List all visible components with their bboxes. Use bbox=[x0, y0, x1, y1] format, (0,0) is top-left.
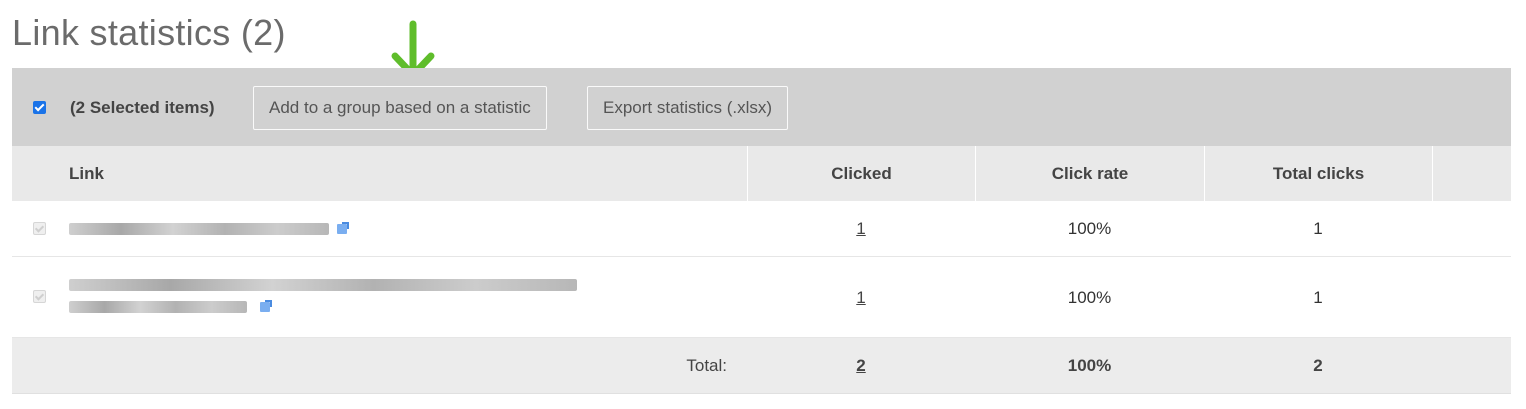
select-all-checkbox[interactable] bbox=[33, 101, 46, 114]
link-cell[interactable] bbox=[69, 201, 747, 256]
column-header-total-clicks[interactable]: Total clicks bbox=[1204, 146, 1432, 201]
total-clicks-sum: 2 bbox=[1313, 356, 1323, 375]
column-header-link[interactable]: Link bbox=[69, 146, 747, 201]
table-row: 1 100% 1 bbox=[12, 257, 1511, 338]
selected-count-label: (2 Selected items) bbox=[70, 98, 215, 117]
column-header-actions bbox=[1432, 146, 1511, 201]
row-checkbox[interactable] bbox=[33, 290, 46, 303]
table-total-row: Total: 2 100% 2 bbox=[12, 338, 1511, 394]
page-title: Link statistics (2) bbox=[12, 12, 286, 53]
click-rate-value: 100% bbox=[1067, 219, 1112, 238]
link-statistics-table: Link Clicked Click rate Total clicks 1 1… bbox=[12, 146, 1511, 394]
redacted-link-text bbox=[69, 279, 577, 291]
clicked-count-link[interactable]: 1 bbox=[856, 219, 865, 238]
external-link-icon[interactable] bbox=[337, 222, 349, 234]
column-header-clicked[interactable]: Clicked bbox=[747, 146, 975, 201]
total-clicked-link[interactable]: 2 bbox=[856, 356, 865, 375]
clicked-count-link[interactable]: 1 bbox=[856, 288, 865, 307]
add-to-group-button[interactable]: Add to a group based on a statistic bbox=[253, 86, 547, 130]
total-click-rate: 100% bbox=[1067, 356, 1112, 375]
click-rate-value: 100% bbox=[1067, 288, 1112, 307]
link-cell[interactable] bbox=[69, 257, 747, 337]
redacted-link-text bbox=[69, 301, 247, 313]
total-clicks-value: 1 bbox=[1313, 219, 1323, 238]
table-header: Link Clicked Click rate Total clicks bbox=[12, 146, 1511, 201]
table-row: 1 100% 1 bbox=[12, 201, 1511, 257]
selection-toolbar: (2 Selected items) Add to a group based … bbox=[12, 68, 1511, 146]
column-header-click-rate[interactable]: Click rate bbox=[975, 146, 1204, 201]
export-statistics-button[interactable]: Export statistics (.xlsx) bbox=[587, 86, 789, 130]
row-checkbox[interactable] bbox=[33, 222, 46, 235]
external-link-icon[interactable] bbox=[260, 300, 272, 312]
redacted-link-text bbox=[69, 223, 329, 235]
total-label: Total: bbox=[686, 356, 727, 375]
total-clicks-value: 1 bbox=[1313, 288, 1323, 307]
